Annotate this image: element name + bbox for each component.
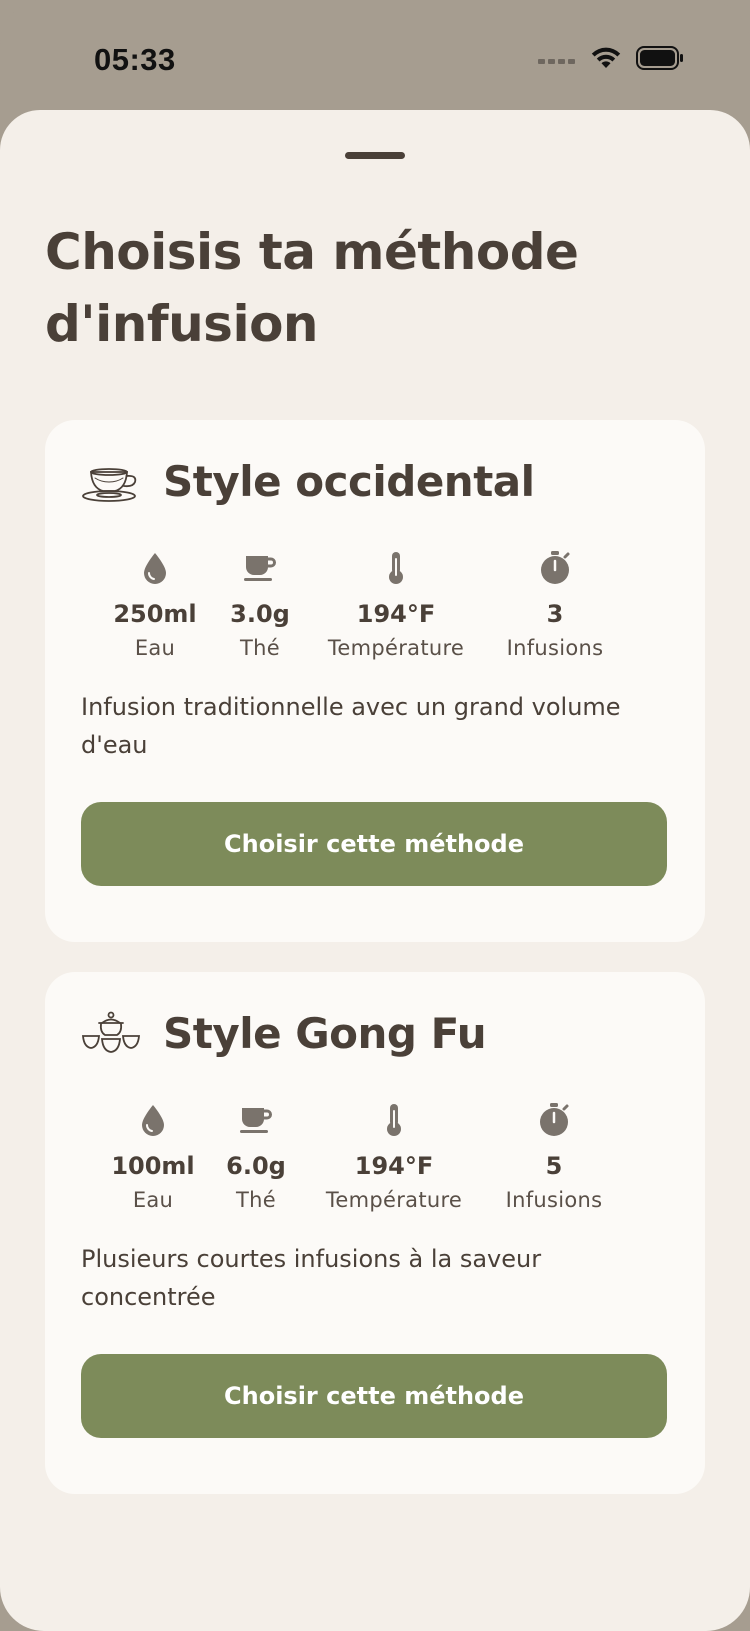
card-description: Infusion traditionnelle avec un grand vo… bbox=[81, 693, 621, 759]
choose-method-button[interactable]: Choisir cette méthode bbox=[81, 1354, 667, 1438]
stats-row: 250ml Eau 3.0g Thé 194°F Température 3 I… bbox=[45, 550, 705, 670]
status-icons bbox=[538, 46, 684, 74]
stat-infusions-value: 3 bbox=[546, 600, 564, 628]
choose-method-button[interactable]: Choisir cette méthode bbox=[81, 802, 667, 886]
tea-cup-icon bbox=[176, 1102, 336, 1138]
stat-tea-label: Thé bbox=[236, 1188, 276, 1212]
stat-temperature-label: Température bbox=[325, 1188, 463, 1212]
status-bar: 05:33 bbox=[0, 0, 750, 110]
card-title: Style Gong Fu bbox=[163, 1008, 487, 1058]
sheet-grabber[interactable] bbox=[345, 152, 405, 159]
stat-infusions: 3 Infusions bbox=[475, 550, 635, 660]
card-description: Plusieurs courtes infusions à la saveur … bbox=[81, 1245, 542, 1311]
status-time: 05:33 bbox=[94, 42, 176, 77]
stat-temperature-label: Température bbox=[327, 636, 465, 660]
stat-temperature: 194°F Température bbox=[316, 550, 476, 660]
page-title: Choisis ta méthode d'infusion bbox=[45, 223, 579, 353]
method-card-gongfu: Style Gong Fu 100ml Eau 6.0g Thé 194°F T… bbox=[45, 972, 705, 1494]
timer-icon bbox=[475, 550, 635, 586]
wifi-icon bbox=[590, 46, 622, 74]
stat-infusions-label: Infusions bbox=[506, 636, 604, 660]
card-title: Style occidental bbox=[163, 456, 535, 506]
thermometer-icon bbox=[314, 1102, 474, 1138]
gongfu-set-icon bbox=[81, 1008, 141, 1058]
stat-temperature: 194°F Température bbox=[314, 1102, 474, 1212]
battery-icon bbox=[636, 46, 684, 74]
stat-temperature-value: 194°F bbox=[356, 600, 436, 628]
timer-icon bbox=[474, 1102, 634, 1138]
teacup-icon bbox=[81, 456, 141, 506]
stat-infusions-value: 5 bbox=[545, 1152, 563, 1180]
stat-infusions: 5 Infusions bbox=[474, 1102, 634, 1212]
card-header: Style occidental bbox=[81, 456, 535, 506]
card-header: Style Gong Fu bbox=[81, 1008, 487, 1058]
stats-row: 100ml Eau 6.0g Thé 194°F Température 5 I… bbox=[45, 1102, 705, 1222]
stat-infusions-label: Infusions bbox=[505, 1188, 603, 1212]
cellular-signal-icon bbox=[538, 51, 576, 70]
method-card-occidental: Style occidental 250ml Eau 3.0g Thé 194°… bbox=[45, 420, 705, 942]
stat-tea: 6.0g Thé bbox=[176, 1102, 336, 1212]
bottom-sheet: Choisis ta méthode d'infusion Style occi… bbox=[0, 110, 750, 1631]
stat-temperature-value: 194°F bbox=[354, 1152, 434, 1180]
phone-screen: 05:33 Choisis ta méthode d'infusion Styl… bbox=[0, 0, 750, 1631]
thermometer-icon bbox=[316, 550, 476, 586]
stat-tea-value: 6.0g bbox=[226, 1152, 286, 1180]
